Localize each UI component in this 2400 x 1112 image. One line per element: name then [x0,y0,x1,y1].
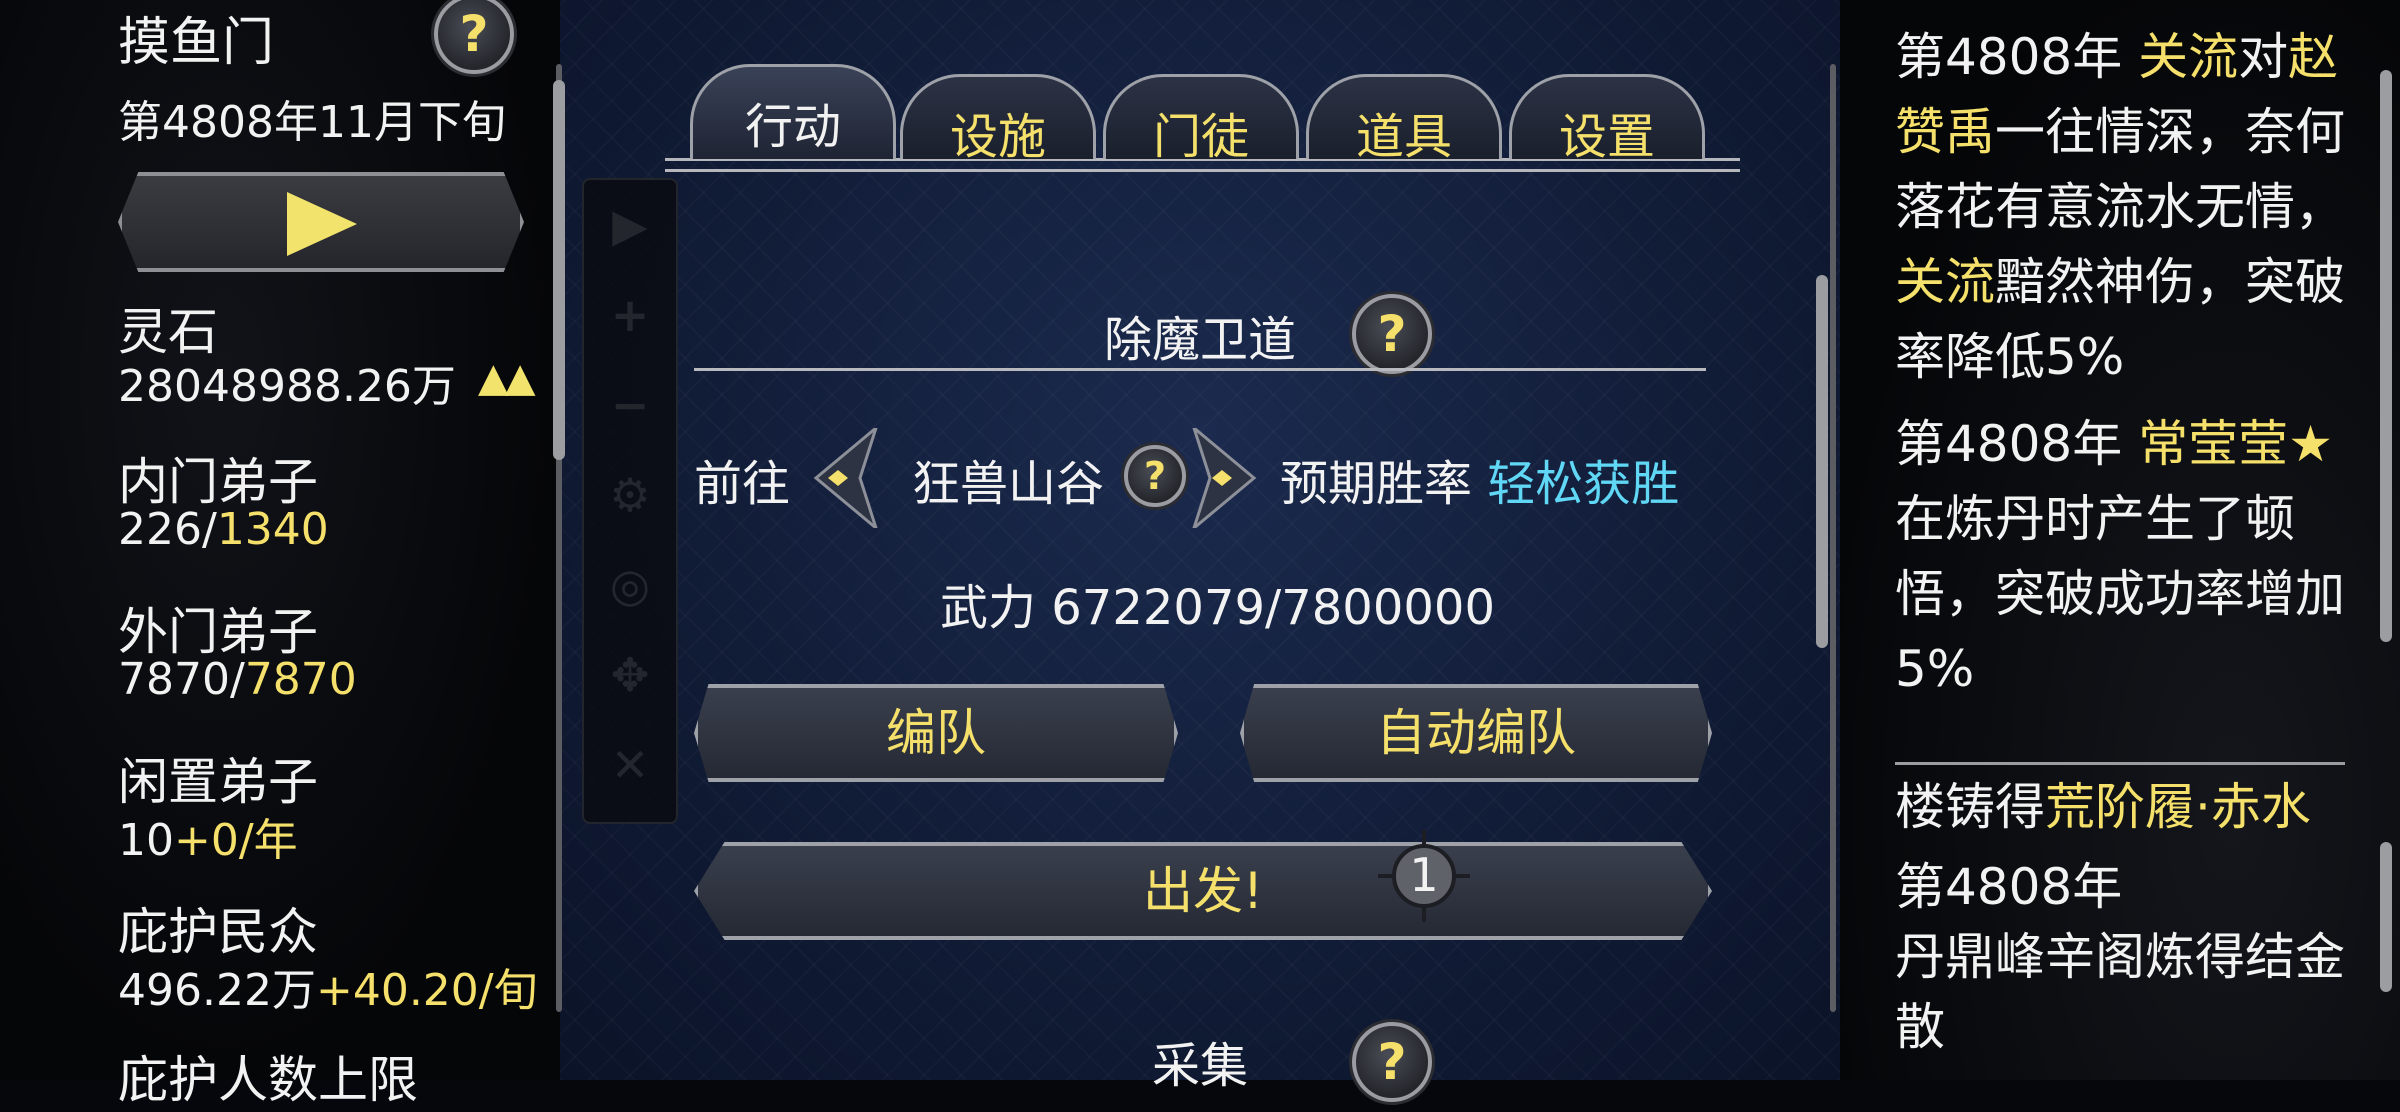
event-log-secondary: 楼铸得荒阶履·赤水 第4808年 丹鼎峰辛阁炼得结金散 [1895,772,2355,1072]
move-icon[interactable]: ✥ [584,630,676,720]
next-location-arrow[interactable] [1192,428,1262,528]
event-log: 第4808年 关流对赵赞禹一往情深，奈何落花有意流水无情，关流黯然神伤，突破率降… [1895,20,2355,719]
section-title-demon-slaying: 除魔卫道 [1103,312,1296,368]
section-help-button[interactable]: ? [1352,294,1432,374]
tab-actions[interactable]: 行动 [690,64,896,159]
log-scrollbar-thumb[interactable] [2380,70,2392,642]
log-entry: 第4808年 常莹莹★在炼丹时产生了顿悟，突破成功率增加5% [1895,415,2345,698]
stat-value-outer-disciples: 7870/7870 [118,654,357,705]
tab-settings[interactable]: 设置 [1509,74,1705,165]
stat-value-protected-people: 496.22万+40.20/旬 [118,965,538,1016]
game-date: 第4808年11月下旬 [118,97,506,148]
warning-icon[interactable]: ▲▲ [478,355,535,401]
stat-label-protection-cap: 庇护人数上限 [118,1051,418,1109]
tab-items[interactable]: 道具 [1306,74,1502,165]
center-scrollbar-thumb[interactable] [1816,275,1828,648]
gear-icon[interactable]: ⚙ [584,450,676,540]
plus-icon[interactable]: + [584,270,676,360]
auto-team-button[interactable]: 自动编队 [1240,684,1712,782]
minus-icon[interactable]: − [584,360,676,450]
gather-help-button[interactable]: ? [1352,1022,1432,1102]
play-icon[interactable]: ▶ [584,180,676,270]
tab-facilities[interactable]: 设施 [900,74,1096,165]
section-title-gather: 采集 [1151,1038,1248,1094]
location-name: 狂兽山谷 [912,456,1105,512]
advance-time-button[interactable] [118,172,524,272]
left-scrollbar-thumb[interactable] [553,80,565,460]
sect-name: 摸鱼门 [118,13,275,73]
prev-location-arrow[interactable] [808,428,878,528]
go-label: 前往 [694,456,791,512]
side-toolbar: ▶ + − ⚙ ◎ ✥ ✕ [582,178,678,824]
log2-scrollbar-thumb[interactable] [2380,842,2392,992]
log-divider [1895,762,2345,765]
stat-value-inner-disciples: 226/1340 [118,504,329,555]
stat-value-idle-disciples: 10+0/年 [118,815,298,866]
location-help-button[interactable]: ? [1124,445,1186,507]
team-button[interactable]: 编队 [694,684,1178,782]
crosshair-count: 1 [1409,848,1439,902]
play-icon [287,192,357,256]
depart-button[interactable]: 出发! [694,842,1712,940]
winrate-line: 预期胜率 轻松获胜 [1280,456,1680,512]
tab-disciples[interactable]: 门徒 [1103,74,1299,165]
log-entry: 第4808年 关流对赵赞禹一往情深，奈何落花有意流水无情，关流黯然神伤，突破率降… [1895,28,2345,386]
stat-value-spirit-stone: 28048988.26万 [118,361,456,412]
log-entry: 楼铸得荒阶履·赤水 [1895,778,2311,836]
close-icon[interactable]: ✕ [584,720,676,810]
center-scrollbar[interactable] [1830,64,1836,1012]
section-divider [694,368,1706,371]
eye-off-icon[interactable]: ◎ [584,540,676,630]
log-entry: 第4808年 丹鼎峰辛阁炼得结金散 [1895,858,2345,1056]
power-readout: 武力 6722079/7800000 [940,580,1495,636]
